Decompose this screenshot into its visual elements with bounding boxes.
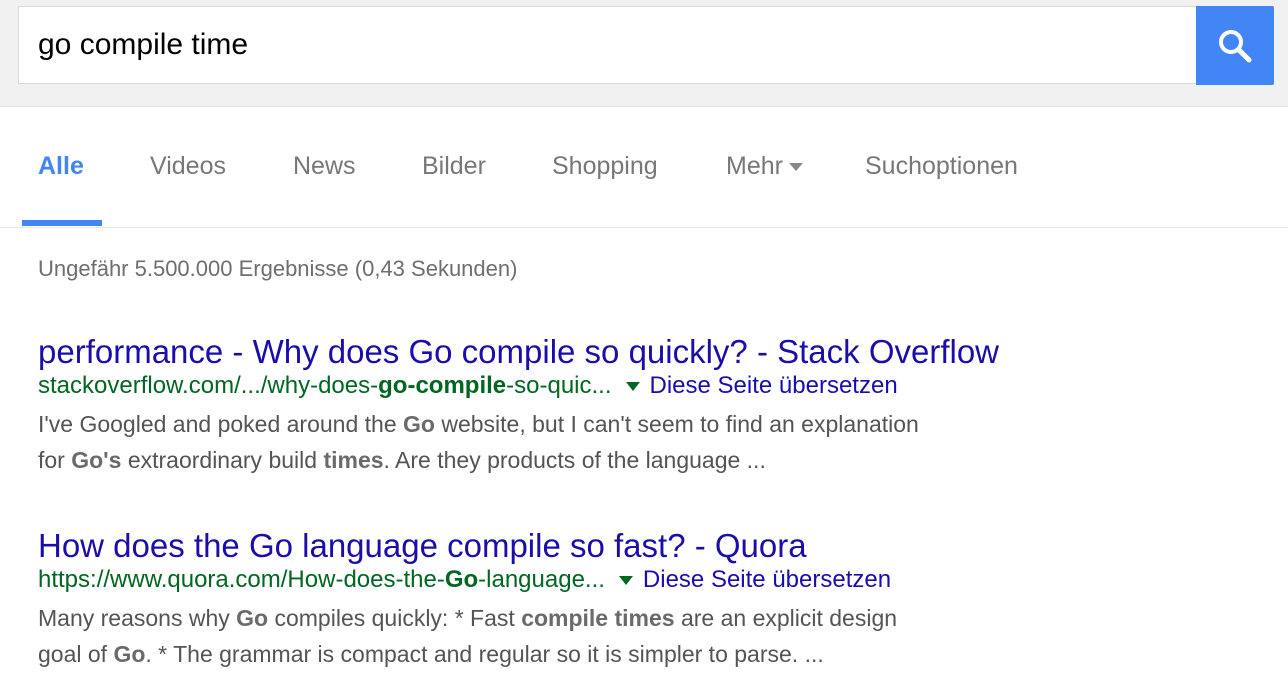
snippet-text: for — [38, 447, 72, 473]
tab-shopping[interactable]: Shopping — [552, 107, 658, 225]
url-part: -so-quic... — [506, 372, 612, 399]
tab-bilder[interactable]: Bilder — [422, 107, 486, 225]
tab-label: Alle — [38, 151, 84, 180]
snippet-text: compiles quickly: * Fast — [268, 605, 522, 631]
snippet-bold: Go — [403, 411, 435, 437]
snippet-text: goal of — [38, 641, 114, 667]
search-result: performance - Why does Go compile so qui… — [38, 333, 1078, 478]
result-title-link[interactable]: performance - Why does Go compile so qui… — [38, 333, 1060, 371]
tab-label: Shopping — [552, 151, 658, 180]
snippet-line: for Go's extraordinary build times. Are … — [38, 442, 1078, 478]
result-snippet: Many reasons why Go compiles quickly: * … — [38, 600, 1078, 672]
tab-label: News — [293, 151, 356, 180]
search-header — [0, 0, 1288, 107]
url-part: https://www.quora.com/How-does-the- — [38, 566, 445, 593]
tab-label: Mehr — [726, 151, 783, 180]
tab-mehr[interactable]: Mehr — [726, 107, 803, 225]
tab-news[interactable]: News — [293, 107, 356, 225]
snippet-text: . * The grammar is compact and regular s… — [145, 641, 824, 667]
snippet-text: Many reasons why — [38, 605, 237, 631]
snippet-bold: compile times — [521, 605, 675, 631]
snippet-text: extraordinary build — [121, 447, 324, 473]
search-button[interactable] — [1196, 6, 1274, 85]
snippet-bold: Go — [236, 605, 269, 631]
result-url: stackoverflow.com/.../why-does-go-compil… — [38, 372, 612, 400]
caret-down-icon[interactable] — [625, 381, 640, 391]
snippet-text: . Are they products of the language ... — [383, 447, 766, 473]
tab-label: Bilder — [422, 151, 486, 180]
search-input[interactable] — [18, 6, 1178, 84]
result-url-line: stackoverflow.com/.../why-does-go-compil… — [38, 372, 1078, 400]
result-stats: Ungefähr 5.500.000 Ergebnisse (0,43 Seku… — [38, 256, 518, 281]
url-part-bold: Go — [444, 566, 479, 593]
chevron-down-icon — [788, 163, 803, 171]
result-snippet: I've Googled and poked around the Go web… — [38, 406, 1078, 478]
tab-label: Videos — [150, 151, 226, 180]
snippet-line: goal of Go. * The grammar is compact and… — [38, 636, 1078, 672]
url-part: stackoverflow.com/.../why-does- — [38, 372, 379, 399]
snippet-bold: Go's — [71, 447, 122, 473]
caret-down-icon[interactable] — [618, 575, 633, 585]
search-icon — [1219, 29, 1252, 62]
tab-label: Suchoptionen — [865, 151, 1018, 180]
translate-link[interactable]: Diese Seite übersetzen — [650, 372, 898, 400]
snippet-line: Many reasons why Go compiles quickly: * … — [38, 600, 1078, 636]
tab-videos[interactable]: Videos — [150, 107, 226, 225]
tab-alle[interactable]: Alle — [38, 107, 84, 225]
snippet-bold: Go — [113, 641, 146, 667]
search-tabs: Alle Videos News Bilder Shopping Mehr Su… — [0, 107, 1288, 228]
snippet-text: are an explicit design — [674, 605, 898, 631]
tab-suchoptionen[interactable]: Suchoptionen — [865, 107, 1018, 225]
search-result: How does the Go language compile so fast… — [38, 527, 1078, 672]
url-part: -language... — [478, 566, 605, 593]
snippet-text: website, but I can't seem to find an exp… — [434, 411, 919, 437]
url-part-bold: go-compile — [378, 372, 507, 399]
snippet-line: I've Googled and poked around the Go web… — [38, 406, 1078, 442]
snippet-text: I've Googled and poked around the — [38, 411, 404, 437]
snippet-bold: times — [323, 447, 384, 473]
translate-link[interactable]: Diese Seite übersetzen — [643, 566, 891, 594]
result-title-link[interactable]: How does the Go language compile so fast… — [38, 527, 1060, 565]
result-url-line: https://www.quora.com/How-does-the-Go-la… — [38, 566, 1078, 594]
active-tab-indicator — [22, 220, 102, 226]
result-url: https://www.quora.com/How-does-the-Go-la… — [38, 566, 605, 594]
